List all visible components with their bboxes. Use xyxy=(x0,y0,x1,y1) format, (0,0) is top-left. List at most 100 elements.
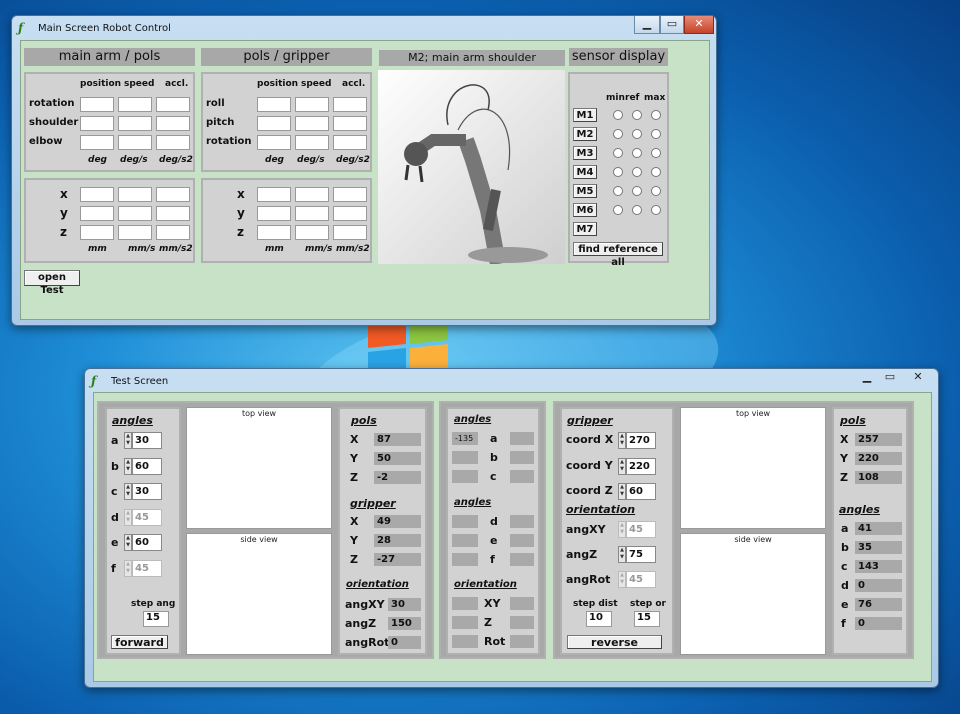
arm-xyz-input[interactable] xyxy=(80,225,114,240)
arm-input[interactable] xyxy=(118,116,152,131)
angle-spinner-d[interactable]: ▲ ▼ 45 xyxy=(124,508,162,526)
arm-xyz-input[interactable] xyxy=(118,187,152,202)
coord-spinner[interactable]: ▲ ▼ 270 xyxy=(618,432,656,449)
gripper-input[interactable] xyxy=(295,116,329,131)
angle-spinner-e-value[interactable]: 60 xyxy=(132,534,162,551)
orientation-spinner[interactable]: ▲ ▼ 75 xyxy=(618,546,656,563)
sensor-indicator[interactable] xyxy=(651,110,661,120)
spinner-arrows-icon[interactable]: ▲ ▼ xyxy=(124,483,132,500)
gripper-xyz-input[interactable] xyxy=(257,206,291,221)
orientation-spinner[interactable]: ▲ ▼ 45 xyxy=(618,571,656,588)
sensor-indicator[interactable] xyxy=(632,167,642,177)
close-button[interactable]: ✕ xyxy=(903,369,933,387)
spinner-arrows-icon[interactable]: ▲ ▼ xyxy=(124,508,132,526)
maximize-button[interactable]: ▭ xyxy=(660,16,684,34)
arm-input[interactable] xyxy=(156,116,190,131)
angle-spinner-c[interactable]: ▲ ▼ 30 xyxy=(124,483,162,500)
arm-input[interactable] xyxy=(156,135,190,150)
arm-input[interactable] xyxy=(80,135,114,150)
sensor-indicator[interactable] xyxy=(651,129,661,139)
spinner-arrows-icon[interactable]: ▲ ▼ xyxy=(124,559,132,577)
orientation-spinner-value[interactable]: 75 xyxy=(626,546,656,563)
minimize-button[interactable]: ▁ xyxy=(634,16,660,34)
gripper-xyz-input[interactable] xyxy=(257,187,291,202)
sensor-indicator[interactable] xyxy=(651,167,661,177)
motor-button-m4[interactable]: M4 xyxy=(573,165,597,179)
find-reference-all-button[interactable]: find reference all xyxy=(573,242,663,268)
spinner-arrows-icon[interactable]: ▲ ▼ xyxy=(124,457,132,475)
sensor-indicator[interactable] xyxy=(651,148,661,158)
motor-button-m6[interactable]: M6 xyxy=(573,203,597,217)
spinner-arrows-icon[interactable]: ▲ ▼ xyxy=(124,432,132,449)
sensor-indicator[interactable] xyxy=(632,129,642,139)
orientation-spinner-value[interactable]: 45 xyxy=(626,521,656,538)
spinner-arrows-icon[interactable]: ▲ ▼ xyxy=(618,546,626,563)
motor-button-m3[interactable]: M3 xyxy=(573,146,597,160)
arm-xyz-input[interactable] xyxy=(80,187,114,202)
arm-input[interactable] xyxy=(118,135,152,150)
motor-button-m7[interactable]: M7 xyxy=(573,222,597,236)
angle-spinner-c-value[interactable]: 30 xyxy=(132,483,162,500)
gripper-input[interactable] xyxy=(295,97,329,112)
angle-spinner-f-value[interactable]: 45 xyxy=(132,559,162,577)
sensor-indicator[interactable] xyxy=(651,205,661,215)
orientation-spinner-value[interactable]: 45 xyxy=(626,571,656,588)
arm-xyz-input[interactable] xyxy=(80,206,114,221)
gripper-xyz-input[interactable] xyxy=(295,187,329,202)
open-test-button[interactable]: open Test xyxy=(24,270,80,296)
angle-spinner-a-value[interactable]: 30 xyxy=(132,432,162,449)
gripper-xyz-input[interactable] xyxy=(333,206,367,221)
reverse-button[interactable]: reverse xyxy=(567,635,662,649)
gripper-input[interactable] xyxy=(257,116,291,131)
motor-button-m2[interactable]: M2 xyxy=(573,127,597,141)
close-button[interactable]: ✕ xyxy=(684,16,714,34)
spinner-arrows-icon[interactable]: ▲ ▼ xyxy=(618,457,626,475)
arm-input[interactable] xyxy=(156,97,190,112)
spinner-arrows-icon[interactable]: ▲ ▼ xyxy=(124,534,132,551)
spinner-arrows-icon[interactable]: ▲ ▼ xyxy=(618,521,626,538)
angle-spinner-a[interactable]: ▲ ▼ 30 xyxy=(124,432,162,449)
sensor-indicator[interactable] xyxy=(613,129,623,139)
step-or-input[interactable]: 15 xyxy=(634,611,660,627)
step-ang-input[interactable]: 15 xyxy=(143,611,169,627)
sensor-indicator[interactable] xyxy=(632,148,642,158)
gripper-xyz-input[interactable] xyxy=(333,225,367,240)
arm-input[interactable] xyxy=(80,97,114,112)
arm-xyz-input[interactable] xyxy=(156,206,190,221)
angle-spinner-b-value[interactable]: 60 xyxy=(132,457,162,475)
gripper-input[interactable] xyxy=(257,97,291,112)
sensor-indicator[interactable] xyxy=(613,167,623,177)
gripper-input[interactable] xyxy=(257,135,291,150)
coord-spinner-value[interactable]: 60 xyxy=(626,483,656,500)
sensor-indicator[interactable] xyxy=(613,186,623,196)
gripper-xyz-input[interactable] xyxy=(333,187,367,202)
step-dist-input[interactable]: 10 xyxy=(586,611,612,627)
coord-spinner[interactable]: ▲ ▼ 60 xyxy=(618,483,656,500)
motor-button-m1[interactable]: M1 xyxy=(573,108,597,122)
gripper-input[interactable] xyxy=(333,116,367,131)
coord-spinner[interactable]: ▲ ▼ 220 xyxy=(618,457,656,475)
arm-xyz-input[interactable] xyxy=(118,206,152,221)
gripper-xyz-input[interactable] xyxy=(295,225,329,240)
forward-button[interactable]: forward xyxy=(111,635,168,649)
angle-spinner-e[interactable]: ▲ ▼ 60 xyxy=(124,534,162,551)
angle-spinner-f[interactable]: ▲ ▼ 45 xyxy=(124,559,162,577)
gripper-input[interactable] xyxy=(295,135,329,150)
sensor-indicator[interactable] xyxy=(632,110,642,120)
angle-spinner-b[interactable]: ▲ ▼ 60 xyxy=(124,457,162,475)
motor-button-m5[interactable]: M5 xyxy=(573,184,597,198)
arm-xyz-input[interactable] xyxy=(156,187,190,202)
gripper-xyz-input[interactable] xyxy=(295,206,329,221)
sensor-indicator[interactable] xyxy=(613,148,623,158)
coord-spinner-value[interactable]: 220 xyxy=(626,457,656,475)
orientation-spinner[interactable]: ▲ ▼ 45 xyxy=(618,521,656,538)
arm-input[interactable] xyxy=(118,97,152,112)
maximize-button[interactable]: ▭ xyxy=(879,369,901,387)
arm-input[interactable] xyxy=(80,116,114,131)
sensor-indicator[interactable] xyxy=(632,186,642,196)
arm-xyz-input[interactable] xyxy=(156,225,190,240)
arm-xyz-input[interactable] xyxy=(118,225,152,240)
gripper-xyz-input[interactable] xyxy=(257,225,291,240)
gripper-input[interactable] xyxy=(333,135,367,150)
gripper-input[interactable] xyxy=(333,97,367,112)
